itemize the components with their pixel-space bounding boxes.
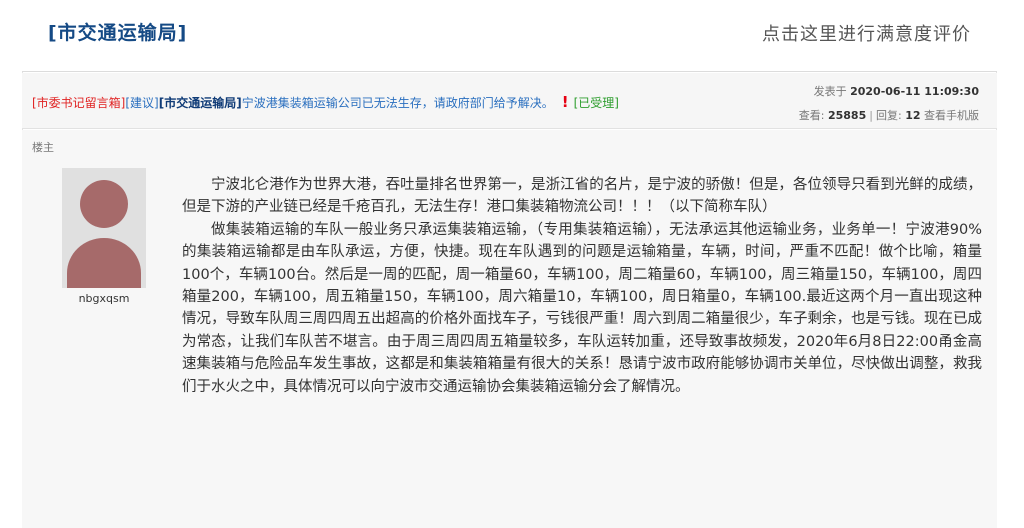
page: [市交通运输局] 点击这里进行满意度评价 [市委书记留言箱][建议][市交通运输…	[0, 0, 1024, 528]
thread-title: 宁波港集装箱运输公司已无法生存，请政府部门给予解决。	[241, 96, 554, 110]
posted-date: 2020-06-11 11:09:30	[850, 85, 979, 98]
mobile-version-link[interactable]: 查看手机版	[924, 109, 979, 122]
replies-label: 回复:	[875, 109, 902, 122]
username[interactable]: nbgxqsm	[62, 292, 146, 305]
department-title: [市交通运输局]	[48, 22, 188, 44]
posted-label: 发表于	[813, 85, 847, 98]
avatar-head-shape	[80, 180, 128, 228]
post-date-info: 发表于 2020-06-11 11:09:30	[814, 83, 979, 99]
status-badge: [已受理]	[573, 96, 619, 110]
user-avatar-icon[interactable]	[62, 168, 146, 288]
category-link-secretary-mailbox[interactable]: [市委书记留言箱]	[32, 96, 125, 110]
post-paragraph-2: 做集装箱运输的车队一般业务只承运集装箱运输，（专用集装箱运输），无法承运其他运输…	[182, 221, 982, 395]
post: 楼主 nbgxqsm 宁波北仑港作为世界大港，吞吐量排名世界第一，是浙江省的名片…	[22, 130, 997, 528]
replies-count: 12	[905, 109, 921, 122]
thread-stats: 查看: 25885 | 回复: 12 查看手机版	[798, 109, 979, 122]
satisfaction-rating-link[interactable]: 点击这里进行满意度评价	[762, 20, 971, 46]
category-link-department[interactable]: [市交通运输局]	[159, 96, 242, 110]
post-content: 宁波北仑港作为世界大港，吞吐量排名世界第一，是浙江省的名片，是宁波的骄傲！但是，…	[182, 174, 982, 398]
post-paragraph-1: 宁波北仑港作为世界大港，吞吐量排名世界第一，是浙江省的名片，是宁波的骄傲！但是，…	[182, 177, 982, 216]
floor-label: 楼主	[32, 141, 54, 154]
views-label: 查看:	[798, 109, 825, 122]
thread-info-bar: [市委书记留言箱][建议][市交通运输局]宁波港集装箱运输公司已无法生存，请政府…	[22, 73, 997, 129]
category-link-suggestion[interactable]: [建议]	[125, 96, 158, 110]
urgent-icon: !	[561, 93, 569, 111]
avatar-body-shape	[67, 238, 141, 288]
views-count: 25885	[827, 109, 867, 122]
page-header: [市交通运输局] 点击这里进行满意度评价	[22, 0, 997, 72]
thread-subject: [市委书记留言箱][建议][市交通运输局]宁波港集装箱运输公司已无法生存，请政府…	[32, 93, 619, 111]
